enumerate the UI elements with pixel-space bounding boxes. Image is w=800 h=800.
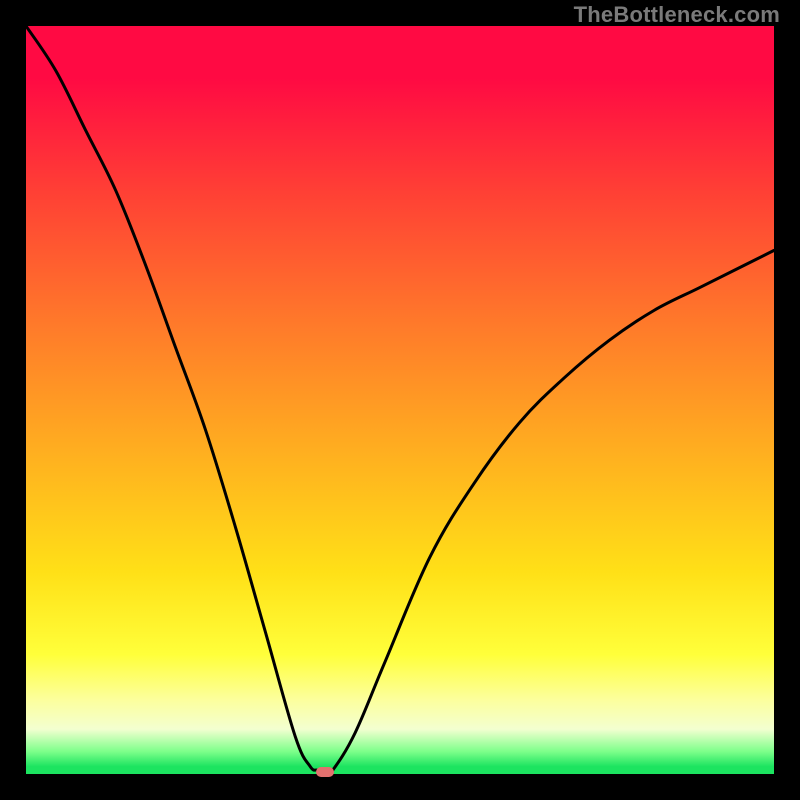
bottleneck-curve	[26, 26, 774, 774]
watermark-text: TheBottleneck.com	[574, 2, 780, 28]
optimum-marker	[316, 767, 334, 777]
chart-frame: TheBottleneck.com	[0, 0, 800, 800]
plot-area	[26, 26, 774, 774]
